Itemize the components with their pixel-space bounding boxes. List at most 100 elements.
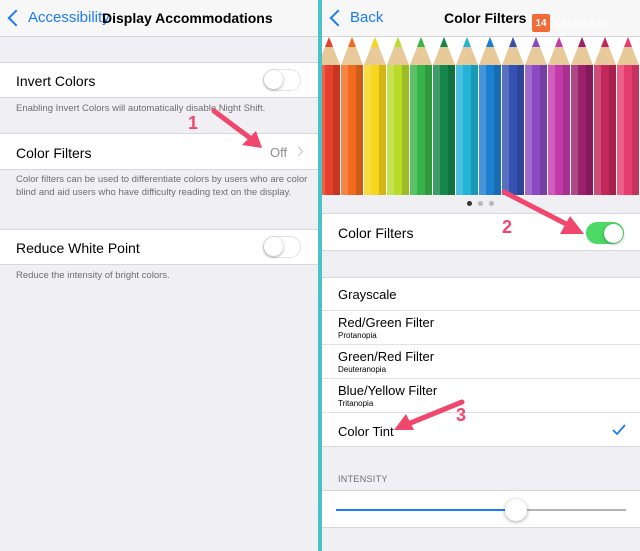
invert-colors-row: Invert Colors <box>0 62 318 98</box>
pencil-highlight <box>364 65 371 195</box>
pencil-shadow <box>609 65 616 195</box>
pencil-shadow <box>402 65 409 195</box>
color-filters-row[interactable]: Color Filters Off <box>0 133 318 170</box>
pencil-highlight <box>479 65 486 195</box>
color-filters-toggle-label: Color Filters <box>338 225 414 241</box>
invert-colors-toggle[interactable] <box>263 69 301 91</box>
pencil-highlight <box>617 65 624 195</box>
filter-option-subtitle: Tritanopia <box>338 399 374 408</box>
pencil-tip <box>463 37 471 47</box>
reduce-white-point-label: Reduce White Point <box>16 240 140 256</box>
pencil-shadow <box>425 65 432 195</box>
pencil-highlight <box>525 65 532 195</box>
intensity-slider-fill <box>336 509 516 511</box>
filter-option-red-green[interactable]: Red/Green Filter Protanopia <box>322 311 640 345</box>
pencil-highlight <box>341 65 348 195</box>
pencil <box>456 37 478 195</box>
pencil-shadow <box>494 65 501 195</box>
color-filters-toggle-row: Color Filters <box>322 213 640 251</box>
page-dot-2[interactable] <box>478 201 483 206</box>
watermark-badge: 14 <box>532 14 550 32</box>
filter-option-green-red[interactable]: Green/Red Filter Deuteranopia <box>322 345 640 379</box>
filter-option-grayscale[interactable]: Grayscale <box>322 277 640 311</box>
filter-option-title: Grayscale <box>338 287 397 302</box>
filter-option-blue-yellow[interactable]: Blue/Yellow Filter Tritanopia <box>322 379 640 413</box>
page-title: Display Accommodations <box>102 10 273 26</box>
filter-option-title: Blue/Yellow Filter <box>338 383 438 398</box>
pencil <box>479 37 501 195</box>
pencil-highlight <box>571 65 578 195</box>
intensity-header: INTENSITY <box>338 474 388 484</box>
pencil-shadow <box>540 65 547 195</box>
pencil <box>341 37 363 195</box>
toggle-knob <box>264 237 283 256</box>
back-label: Back <box>350 9 384 26</box>
pencil-tip <box>417 37 425 47</box>
reduce-white-point-row: Reduce White Point <box>0 229 318 265</box>
pencil <box>410 37 432 195</box>
display-accommodations-screen: Accessibility Display Accommodations Inv… <box>0 0 318 551</box>
filter-option-color-tint[interactable]: Color Tint <box>322 413 640 447</box>
pencil-highlight <box>594 65 601 195</box>
filter-option-title: Color Tint <box>338 424 394 439</box>
pencil-shadow <box>448 65 455 195</box>
pencil-tip <box>509 37 517 47</box>
pencil-tip <box>578 37 586 47</box>
pencil-tip <box>348 37 356 47</box>
pencil <box>525 37 547 195</box>
back-label: Accessibility <box>28 9 110 26</box>
color-filters-label: Color Filters <box>16 145 92 161</box>
watermark: 14 Kenh14.vn <box>532 14 610 32</box>
chevron-right-icon <box>293 146 304 157</box>
pencil <box>364 37 386 195</box>
pencil-tip <box>371 37 379 47</box>
chevron-left-icon <box>329 9 347 26</box>
pencil <box>594 37 616 195</box>
color-filters-screen: Back Color Filters 14 Kenh14.vn Color Fi… <box>322 0 640 551</box>
pencil-shadow <box>333 65 340 195</box>
pencil-tip <box>624 37 632 47</box>
back-button[interactable]: Accessibility <box>7 9 110 26</box>
toggle-knob <box>604 223 623 243</box>
pencil-tip <box>555 37 563 47</box>
pencil <box>617 37 639 195</box>
filter-option-title: Red/Green Filter <box>338 315 435 330</box>
watermark-text: Kenh14.vn <box>553 16 611 30</box>
pencil-highlight <box>433 65 440 195</box>
pencil <box>548 37 570 195</box>
pencil-tip <box>394 37 402 47</box>
reduce-white-point-toggle[interactable] <box>263 236 301 258</box>
pencil <box>387 37 409 195</box>
nav-bar: Accessibility Display Accommodations <box>0 0 318 37</box>
color-filters-value: Off <box>270 145 288 160</box>
reduce-white-point-footnote: Reduce the intensity of bright colors. <box>16 270 170 281</box>
pencil <box>433 37 455 195</box>
pencil-highlight <box>502 65 509 195</box>
pencil-shadow <box>356 65 363 195</box>
color-preview-pencils[interactable] <box>322 37 640 195</box>
checkmark-icon <box>612 424 626 436</box>
intensity-slider[interactable] <box>336 499 626 521</box>
pencil <box>571 37 593 195</box>
pencil-tip <box>532 37 540 47</box>
annotation-arrow-3 <box>394 399 465 430</box>
filter-option-subtitle: Deuteranopia <box>338 365 387 374</box>
filter-option-subtitle: Protanopia <box>338 331 377 340</box>
pencil-shadow <box>563 65 570 195</box>
page-dot-3[interactable] <box>489 201 494 206</box>
intensity-slider-thumb[interactable] <box>504 499 527 521</box>
page-title: Color Filters <box>444 10 527 26</box>
pencil-shadow <box>632 65 639 195</box>
page-dot-1[interactable] <box>467 201 472 206</box>
annotation-number-1: 1 <box>188 113 199 133</box>
pencil-shadow <box>517 65 524 195</box>
back-button[interactable]: Back <box>329 9 384 26</box>
pencil-highlight <box>410 65 417 195</box>
annotation-arrow-2 <box>501 189 584 234</box>
pencil-highlight <box>548 65 555 195</box>
color-filters-toggle[interactable] <box>586 222 624 244</box>
pencil-tip <box>440 37 448 47</box>
pencil-shadow <box>471 65 478 195</box>
pencil-shadow <box>379 65 386 195</box>
chevron-left-icon <box>7 9 25 26</box>
